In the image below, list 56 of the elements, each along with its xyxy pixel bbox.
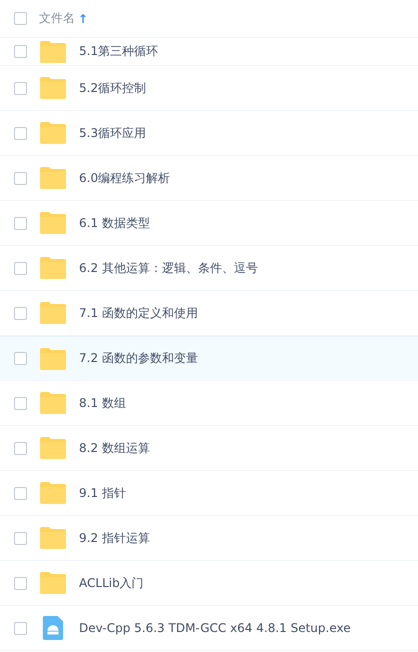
file-name: 6.2 其他运算：逻辑、条件、逗号 (79, 260, 258, 276)
folder-icon (40, 572, 66, 594)
checkbox[interactable] (14, 532, 27, 544)
folder-icon (40, 40, 66, 62)
folder-icon (40, 348, 66, 370)
file-row[interactable]: 5.2循环控制 (0, 66, 418, 111)
folder-icon (40, 212, 66, 234)
file-row[interactable]: ACLLib入门 (0, 561, 418, 606)
checkbox[interactable] (14, 262, 27, 274)
file-row[interactable]: 6.0编程练习解析 (0, 156, 418, 201)
file-row[interactable]: Dev-Cpp 5.6.3 TDM-GCC x64 4.8.1 Setup.exe (0, 606, 418, 651)
checkbox[interactable] (14, 442, 27, 454)
checkbox[interactable] (14, 486, 27, 500)
folder-icon (40, 527, 66, 549)
folder-icon (40, 122, 66, 144)
checkbox[interactable] (14, 622, 27, 634)
folder-icon (40, 257, 66, 279)
file-name: 5.3循环应用 (79, 124, 146, 142)
checkbox[interactable] (14, 352, 27, 365)
file-name: 5.2循环控制 (79, 80, 146, 96)
file-row[interactable]: 8.1 数组 (0, 381, 418, 426)
file-row[interactable]: 5.3循环应用 (0, 111, 418, 156)
file-name: 8.1 数组 (79, 394, 126, 412)
checkbox[interactable] (14, 126, 27, 140)
file-name: Dev-Cpp 5.6.3 TDM-GCC x64 4.8.1 Setup.exe (79, 621, 351, 635)
file-name: 7.1 函数的定义和使用 (79, 304, 198, 322)
folder-icon (40, 482, 66, 504)
file-name: 9.1 指针 (79, 484, 126, 502)
folder-icon (40, 302, 66, 324)
file-name: ACLLib入门 (79, 574, 144, 592)
folder-icon (40, 167, 66, 189)
folder-icon (40, 437, 66, 459)
file-row[interactable]: 6.2 其他运算：逻辑、条件、逗号 (0, 246, 418, 291)
file-row[interactable]: 6.1 数据类型 (0, 201, 418, 246)
file-row[interactable]: 8.2 数组运算 (0, 426, 418, 471)
file-row[interactable]: 5.1第三种循环 (0, 38, 418, 66)
file-name: 6.1 数据类型 (79, 214, 150, 232)
folder-icon (40, 392, 66, 414)
file-name: 8.2 数组运算 (79, 440, 150, 456)
checkbox[interactable] (14, 45, 27, 58)
file-name: 7.2 函数的参数和变量 (79, 350, 198, 367)
checkbox[interactable] (14, 306, 27, 320)
checkbox[interactable] (14, 576, 27, 590)
checkbox[interactable] (14, 216, 27, 230)
file-name: 6.0编程练习解析 (79, 170, 170, 186)
file-row[interactable]: 7.2 函数的参数和变量 (0, 336, 418, 381)
checkbox[interactable] (14, 172, 27, 184)
checkbox[interactable] (14, 82, 27, 94)
folder-icon (40, 77, 66, 99)
installer-icon (40, 616, 66, 640)
file-row[interactable]: 9.2 指针运算 (0, 516, 418, 561)
checkbox[interactable] (14, 396, 27, 410)
file-name: 9.2 指针运算 (79, 530, 150, 546)
file-name: 5.1第三种循环 (79, 43, 158, 60)
checkbox[interactable] (14, 12, 27, 25)
file-row[interactable]: 9.1 指针 (0, 471, 418, 516)
